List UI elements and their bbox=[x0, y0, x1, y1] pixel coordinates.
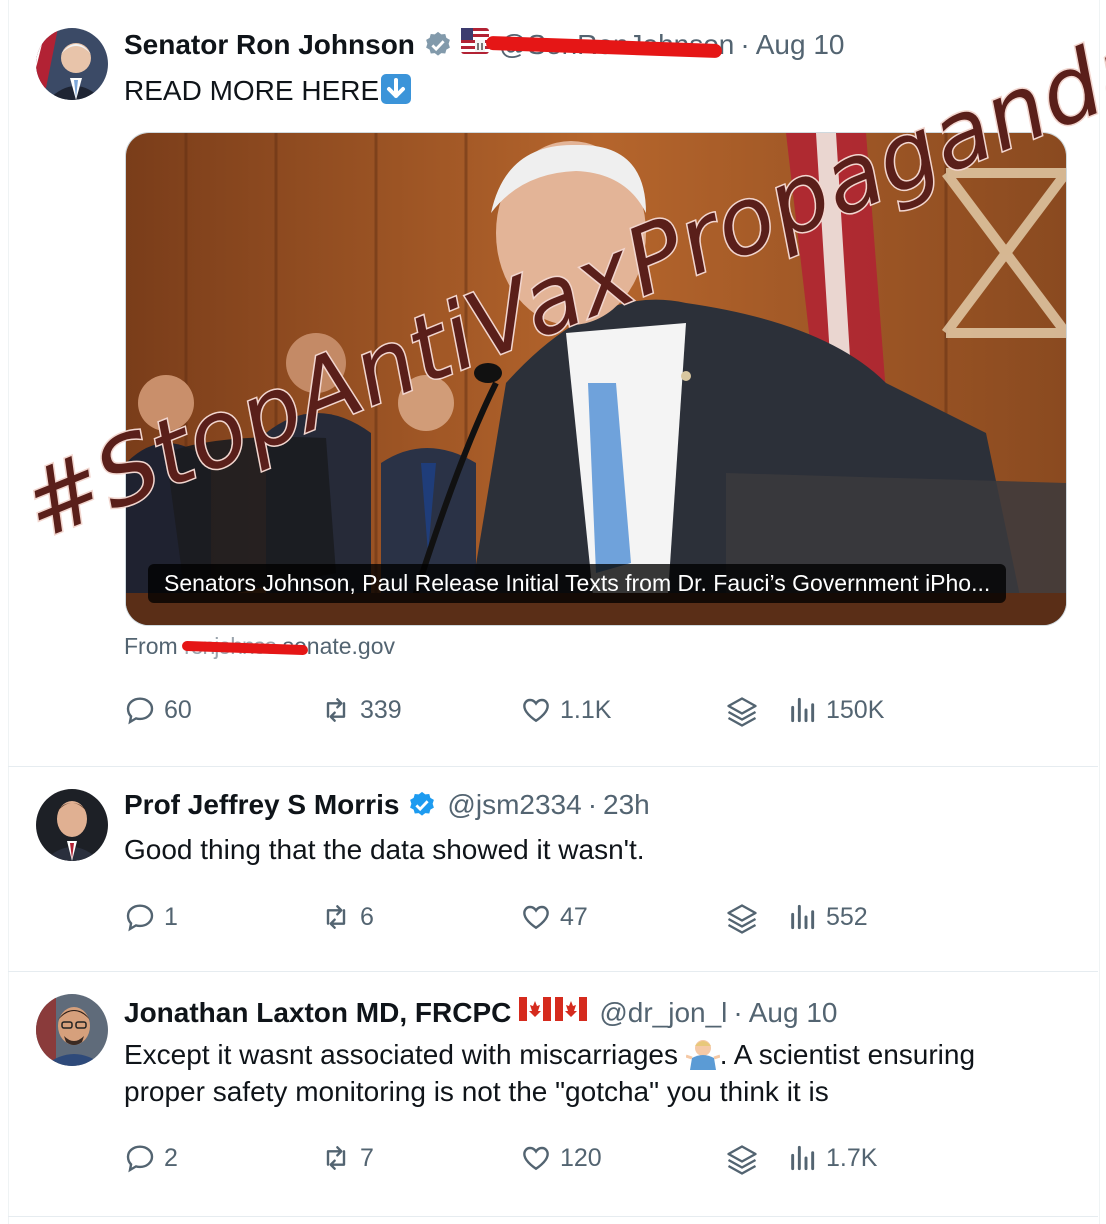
separator: · bbox=[587, 789, 598, 820]
handle[interactable]: @jsm2334 bbox=[447, 789, 581, 821]
reply-icon bbox=[126, 1145, 154, 1173]
timestamp[interactable]: Aug 10 bbox=[749, 997, 838, 1029]
layers-icon bbox=[727, 1145, 757, 1175]
blue-verified-icon[interactable] bbox=[407, 790, 437, 820]
layers-icon bbox=[727, 904, 757, 934]
views-icon bbox=[791, 697, 815, 723]
repost-button[interactable]: 339 bbox=[320, 694, 402, 726]
reply-count: 60 bbox=[164, 695, 192, 724]
tweet-header: Jonathan Laxton MD, FRCPC @dr_jon_l · Au… bbox=[124, 996, 837, 1029]
gray-verified-icon[interactable] bbox=[423, 30, 453, 60]
tweet-header: Senator Ron Johnson @SenRonJohnson · Aug… bbox=[124, 28, 844, 61]
repost-count: 6 bbox=[360, 902, 374, 931]
link-card-title[interactable]: Senators Johnson, Paul Release Initial T… bbox=[148, 564, 1007, 603]
stack-button[interactable] bbox=[724, 1142, 768, 1178]
like-button[interactable]: 47 bbox=[520, 901, 588, 933]
reply-icon bbox=[126, 904, 154, 932]
heart-icon bbox=[523, 1146, 549, 1171]
from-label: From bbox=[124, 633, 178, 659]
views-button[interactable]: 150K bbox=[786, 694, 884, 726]
repost-button[interactable]: 6 bbox=[320, 901, 374, 933]
repost-icon bbox=[326, 905, 346, 929]
tweet-text: Good thing that the data showed it wasn'… bbox=[124, 834, 645, 865]
tweet-actions: 1 6 47 552 bbox=[124, 901, 1024, 941]
layers-icon bbox=[727, 697, 757, 727]
link-card-photo bbox=[126, 133, 1066, 625]
display-name[interactable]: Jonathan Laxton MD, FRCPC bbox=[124, 997, 511, 1029]
stack-button[interactable] bbox=[724, 901, 768, 937]
like-count: 120 bbox=[560, 1143, 602, 1172]
tweet-text-content: READ MORE HERE bbox=[124, 75, 380, 106]
tweet-text: READ MORE HERE bbox=[124, 72, 412, 109]
shrug-emoji-icon bbox=[685, 1038, 721, 1070]
display-name[interactable]: Senator Ron Johnson bbox=[124, 29, 415, 61]
tweet-actions: 60 339 1.1K 150K bbox=[124, 694, 1024, 734]
views-count: 1.7K bbox=[826, 1143, 878, 1172]
repost-button[interactable]: 7 bbox=[320, 1142, 374, 1174]
tweet-text-part: . A scientist ensuring bbox=[719, 1039, 976, 1070]
like-button[interactable]: 1.1K bbox=[520, 694, 611, 726]
tweet-header: Prof Jeffrey S Morris @jsm2334 · 23h bbox=[124, 789, 650, 821]
source-domain[interactable]: ronjohnso.senate.gov bbox=[181, 633, 395, 660]
handle[interactable]: @dr_jon_l bbox=[599, 997, 727, 1029]
repost-count: 339 bbox=[360, 695, 402, 724]
views-icon bbox=[791, 1145, 815, 1171]
tweet-ron-johnson[interactable]: Senator Ron Johnson @SenRonJohnson · Aug… bbox=[8, 0, 1098, 767]
views-icon bbox=[791, 904, 815, 930]
views-button[interactable]: 552 bbox=[786, 901, 868, 933]
like-count: 1.1K bbox=[560, 695, 612, 724]
stack-button[interactable] bbox=[724, 694, 768, 730]
avatar[interactable] bbox=[36, 789, 108, 861]
timestamp[interactable]: Aug 10 bbox=[756, 29, 845, 61]
tweet-actions: 2 7 120 1.7K bbox=[124, 1142, 1024, 1182]
display-name[interactable]: Prof Jeffrey S Morris bbox=[124, 789, 399, 821]
tweet-text-line-2: proper safety monitoring is not the "got… bbox=[124, 1076, 829, 1107]
tweet-text-part: Except it wasnt associated with miscarri… bbox=[124, 1039, 678, 1070]
views-count: 150K bbox=[826, 695, 885, 724]
tweet-jeffrey-morris[interactable]: Prof Jeffrey S Morris @jsm2334 · 23h Goo… bbox=[8, 767, 1098, 972]
views-button[interactable]: 1.7K bbox=[786, 1142, 877, 1174]
reply-button[interactable]: 1 bbox=[124, 901, 178, 933]
link-card[interactable]: Senators Johnson, Paul Release Initial T… bbox=[125, 132, 1067, 626]
us-capitol-flag-icon bbox=[460, 28, 489, 61]
heart-icon bbox=[523, 905, 549, 930]
heart-icon bbox=[523, 698, 549, 723]
tweet-text: Except it wasnt associated with miscarri… bbox=[124, 1036, 975, 1110]
avatar[interactable] bbox=[36, 994, 108, 1066]
repost-count: 7 bbox=[360, 1143, 374, 1172]
separator: · bbox=[740, 28, 750, 60]
timestamp[interactable]: 23h bbox=[603, 789, 650, 821]
like-count: 47 bbox=[560, 902, 588, 931]
reply-button[interactable]: 60 bbox=[124, 694, 192, 726]
reply-button[interactable]: 2 bbox=[124, 1142, 178, 1174]
reply-count: 1 bbox=[164, 902, 178, 931]
reply-icon bbox=[126, 697, 154, 725]
down-arrow-emoji-icon bbox=[381, 74, 412, 104]
like-button[interactable]: 120 bbox=[520, 1142, 602, 1174]
reply-count: 2 bbox=[164, 1143, 178, 1172]
views-count: 552 bbox=[826, 902, 868, 931]
repost-icon bbox=[326, 1146, 346, 1170]
link-source[interactable]: From ronjohnso.senate.gov bbox=[124, 633, 395, 660]
repost-icon bbox=[326, 698, 346, 722]
tweet-jonathan-laxton[interactable]: Jonathan Laxton MD, FRCPC @dr_jon_l · Au… bbox=[8, 972, 1098, 1217]
avatar[interactable] bbox=[36, 28, 108, 100]
separator: · bbox=[733, 996, 743, 1028]
tweet-text-line-1: Except it wasnt associated with miscarri… bbox=[124, 1036, 975, 1073]
canada-flag-icon bbox=[519, 996, 589, 1029]
